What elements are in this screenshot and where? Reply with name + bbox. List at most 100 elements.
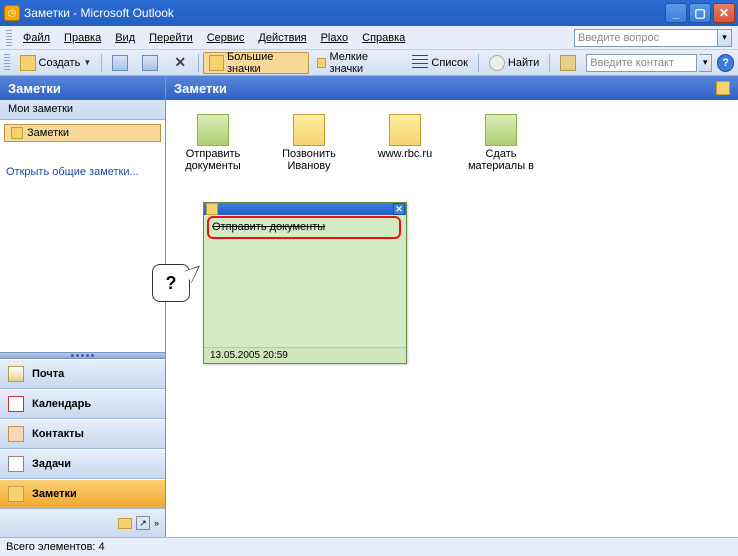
tasks-icon — [8, 456, 24, 472]
status-text: Всего элементов: 4 — [6, 541, 105, 553]
menu-actions[interactable]: Действия — [251, 29, 313, 47]
contact-search-input[interactable]: Введите контакт — [586, 54, 697, 72]
small-icons-label: Мелкие значки — [329, 51, 398, 75]
note-icon — [11, 127, 23, 139]
list-view-button[interactable]: Список — [406, 52, 474, 74]
move-to-folder-button[interactable] — [136, 52, 164, 74]
delete-icon: ✕ — [172, 55, 188, 71]
nav-calendar[interactable]: Календарь — [0, 389, 165, 419]
note-item[interactable]: Позвонить Иванову — [274, 114, 344, 172]
print-icon — [112, 55, 128, 71]
nav-notes-label: Заметки — [32, 488, 77, 500]
nav-calendar-label: Календарь — [32, 398, 91, 410]
note-item[interactable]: Сдать материалы в — [466, 114, 536, 172]
address-book-icon — [560, 55, 576, 71]
menu-service[interactable]: Сервис — [200, 29, 252, 47]
nav-mail-label: Почта — [32, 368, 64, 380]
statusbar: Всего элементов: 4 — [0, 537, 738, 556]
note-icon-yellow — [293, 114, 325, 146]
help-button[interactable]: ? — [717, 54, 734, 72]
tree-item-notes[interactable]: Заметки — [4, 124, 161, 142]
find-label: Найти — [508, 57, 539, 69]
menu-go[interactable]: Перейти — [142, 29, 200, 47]
contacts-icon — [8, 426, 24, 442]
nav-notes[interactable]: Заметки — [0, 479, 165, 509]
nav-splitter[interactable] — [0, 352, 165, 359]
toolbar: Создать ▼ ✕ Большие значки Мелкие значки… — [0, 50, 738, 76]
note-icon-green — [485, 114, 517, 146]
notes-icon — [8, 486, 24, 502]
note-label: Позвонить Иванову — [274, 148, 344, 172]
folder-move-icon — [142, 55, 158, 71]
sticky-note-timestamp: 13.05.2005 20:59 — [204, 347, 406, 363]
small-icons-button[interactable]: Мелкие значки — [311, 52, 404, 74]
annotation-callout: ? — [152, 264, 190, 302]
chevron-down-icon: ▼ — [83, 58, 91, 67]
large-icons-label: Большие значки — [227, 51, 303, 75]
note-label: www.rbc.ru — [378, 148, 432, 160]
nav-mail[interactable]: Почта — [0, 359, 165, 389]
menu-file[interactable]: Файл — [16, 29, 57, 47]
sticky-note-titlebar[interactable]: ✕ — [204, 203, 406, 215]
configure-buttons-icon[interactable]: » — [154, 518, 159, 528]
note-label: Отправить документы — [178, 148, 248, 172]
menu-edit[interactable]: Правка — [57, 29, 108, 47]
delete-button[interactable]: ✕ — [166, 52, 194, 74]
new-button[interactable]: Создать ▼ — [14, 52, 98, 74]
nav-contacts-label: Контакты — [32, 428, 84, 440]
note-item[interactable]: Отправить документы — [178, 114, 248, 172]
calendar-icon — [8, 396, 24, 412]
content-pane: Заметки Отправить документы Позвонить Ив… — [166, 76, 738, 537]
nav-tree: Заметки — [0, 120, 165, 156]
note-icon-green — [197, 114, 229, 146]
mail-icon — [8, 366, 24, 382]
nav-footer: ↗ » — [0, 509, 165, 537]
sticky-note-body[interactable]: Отправить документы — [204, 215, 406, 347]
list-icon — [412, 55, 428, 71]
content-header: Заметки — [166, 76, 738, 100]
nav-header: Заметки — [0, 76, 165, 100]
navigation-pane: Заметки Мои заметки Заметки Открыть общи… — [0, 76, 166, 537]
tree-item-label: Заметки — [27, 127, 69, 139]
note-item[interactable]: www.rbc.ru — [370, 114, 440, 160]
nav-tasks-label: Задачи — [32, 458, 71, 470]
menu-plaxo[interactable]: Plaxo — [314, 29, 356, 47]
new-button-label: Создать — [39, 57, 81, 69]
find-icon — [489, 55, 505, 71]
large-icons-button[interactable]: Большие значки — [203, 52, 309, 74]
find-button[interactable]: Найти — [483, 52, 545, 74]
help-question-input[interactable]: Введите вопрос — [574, 29, 718, 47]
print-button[interactable] — [106, 52, 134, 74]
nav-subheader: Мои заметки — [0, 100, 165, 120]
help-question-dropdown[interactable]: ▾ — [718, 29, 732, 47]
large-icons-icon — [209, 55, 224, 71]
sticky-note-icon[interactable] — [206, 203, 218, 215]
sticky-note-window[interactable]: ✕ Отправить документы 13.05.2005 20:59 — [203, 202, 407, 364]
list-view-label: Список — [431, 57, 468, 69]
nav-contacts[interactable]: Контакты — [0, 419, 165, 449]
folder-list-icon[interactable] — [118, 518, 132, 529]
maximize-button[interactable]: ▢ — [689, 3, 711, 23]
menu-help[interactable]: Справка — [355, 29, 412, 47]
note-label: Сдать материалы в — [466, 148, 536, 172]
open-shared-notes-link[interactable]: Открыть общие заметки... — [6, 166, 139, 178]
window-titlebar: ◷ Заметки - Microsoft Outlook _ ▢ ✕ — [0, 0, 738, 26]
toolbar-grip[interactable] — [4, 54, 10, 72]
nav-links: Открыть общие заметки... — [0, 156, 165, 352]
address-book-button[interactable] — [554, 52, 582, 74]
toolbar-grip[interactable] — [6, 30, 12, 46]
note-icon-yellow — [389, 114, 421, 146]
small-icons-icon — [317, 58, 326, 68]
new-note-icon — [20, 55, 36, 71]
notes-area[interactable]: Отправить документы Позвонить Иванову ww… — [166, 100, 738, 537]
shortcuts-icon[interactable]: ↗ — [136, 516, 150, 530]
close-button[interactable]: ✕ — [713, 3, 735, 23]
minimize-button[interactable]: _ — [665, 3, 687, 23]
sticky-note-text: Отправить документы — [212, 221, 325, 233]
contact-search-dropdown[interactable]: ▾ — [699, 54, 712, 72]
window-title: Заметки - Microsoft Outlook — [24, 6, 665, 20]
nav-tasks[interactable]: Задачи — [0, 449, 165, 479]
menu-view[interactable]: Вид — [108, 29, 142, 47]
app-icon: ◷ — [4, 5, 20, 21]
sticky-close-button[interactable]: ✕ — [393, 203, 405, 215]
